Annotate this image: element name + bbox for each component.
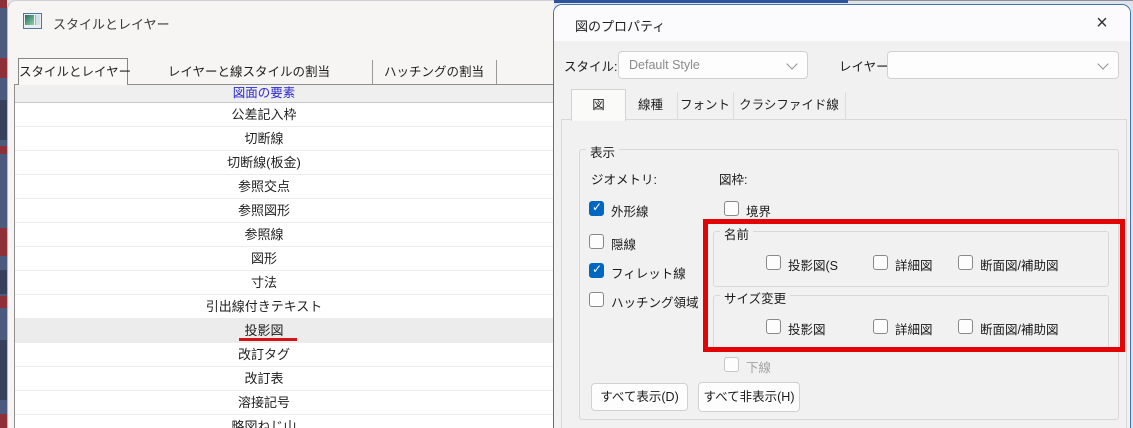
list-item[interactable]: 参照線 [15, 223, 555, 247]
background-top-strip [545, 0, 848, 3]
left-titlebar: スタイルとレイヤー [8, 1, 554, 41]
list-item[interactable]: 改訂タグ [15, 343, 555, 367]
chevron-down-icon [786, 58, 798, 70]
list-item[interactable]: 公差記入枠 [15, 103, 555, 127]
tab-styles-and-layers[interactable]: スタイルとレイヤー [18, 58, 131, 85]
display-group-label: 表示 [586, 142, 620, 161]
list-item[interactable]: 参照図形 [15, 199, 555, 223]
close-icon[interactable]: × [1088, 9, 1116, 37]
checkbox-fillet-lines-label: フィレット線 [611, 267, 686, 281]
list-item[interactable]: 図形 [15, 247, 555, 271]
drawing-elements-table: 図面の要素 公差記入枠 切断線 切断線(板金) 参照交点 参照図形 参照線 図形… [14, 84, 555, 428]
checkbox-boundary-label: 境界 [746, 205, 772, 219]
tab-hatching-assignment[interactable]: ハッチングの割当 [372, 60, 497, 84]
frame-label: 図枠: [719, 173, 748, 187]
layer-label: レイヤー: [839, 60, 893, 74]
tab-linetype[interactable]: 線種 [624, 92, 678, 119]
list-item[interactable]: 溶接記号 [15, 391, 555, 415]
list-item[interactable]: 寸法 [15, 271, 555, 295]
view-properties-dialog: 図のプロパティ × スタイル: Default Style レイヤー: 図 線種… [553, 4, 1131, 428]
checkbox-hatching-area-label: ハッチング領域 [611, 296, 699, 310]
checkbox-hatching-area[interactable] [589, 292, 604, 307]
list-item-projection-view-selected[interactable]: 投影図 [15, 319, 555, 343]
dialog-title: 図のプロパティ [575, 19, 666, 34]
tab-classified-lines[interactable]: クラシファイド線 [733, 92, 846, 119]
list-item[interactable]: 引出線付きテキスト [15, 295, 555, 319]
show-all-button[interactable]: すべて表示(D) [591, 383, 688, 411]
layer-dropdown[interactable] [887, 51, 1119, 79]
geometry-label: ジオメトリ: [591, 173, 657, 187]
checkbox-hidden-lines-label: 隠線 [611, 238, 637, 252]
styles-and-layers-panel: スタイルとレイヤー スタイルとレイヤー レイヤーと線スタイルの割当 ハッチングの… [7, 0, 555, 428]
window-icon [23, 13, 42, 29]
tab-layer-linestyle-assignment[interactable]: レイヤーと線スタイルの割当 [126, 60, 373, 84]
checkbox-underline-disabled [724, 357, 739, 372]
style-dropdown[interactable]: Default Style [618, 51, 808, 79]
style-dropdown-value: Default Style [629, 58, 700, 72]
checkbox-fillet-lines[interactable] [589, 262, 604, 278]
checkbox-hidden-lines[interactable] [589, 234, 604, 249]
checkbox-outline-lines-label: 外形線 [611, 205, 649, 219]
screenshot-canvas: スタイルとレイヤー スタイルとレイヤー レイヤーと線スタイルの割当 ハッチングの… [0, 0, 1133, 428]
checkbox-boundary[interactable] [724, 201, 739, 216]
background-app-edge [0, 0, 7, 428]
style-label: スタイル: [564, 60, 618, 74]
tab-view[interactable]: 図 [571, 89, 626, 121]
left-window-title: スタイルとレイヤー [53, 17, 170, 32]
list-item[interactable]: 参照交点 [15, 175, 555, 199]
annotation-red-underline [239, 338, 297, 341]
list-item[interactable]: 略図ねじ山 [15, 415, 555, 428]
checkbox-outline-lines[interactable] [589, 200, 604, 216]
chevron-down-icon [1097, 58, 1109, 70]
annotation-red-rectangle [703, 219, 1125, 352]
list-item[interactable]: 切断線 [15, 127, 555, 151]
list-item[interactable]: 切断線(板金) [15, 151, 555, 175]
checkbox-underline-label: 下線 [746, 361, 772, 375]
hide-all-button[interactable]: すべて非表示(H) [698, 382, 800, 412]
list-item[interactable]: 改訂表 [15, 367, 555, 391]
table-header-drawing-elements[interactable]: 図面の要素 [15, 85, 555, 103]
tab-font[interactable]: フォント [677, 92, 734, 119]
